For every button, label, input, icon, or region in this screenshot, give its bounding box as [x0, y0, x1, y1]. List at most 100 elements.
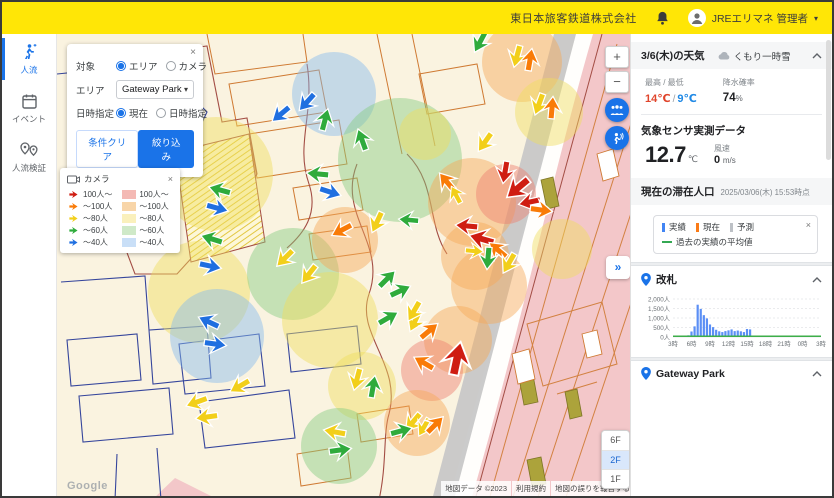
- map-pins-icon: [19, 142, 39, 159]
- gate-title: 改札: [656, 272, 677, 287]
- gateway-park-title: Gateway Park: [656, 368, 725, 380]
- panel-collapse-button[interactable]: »: [606, 256, 630, 279]
- map-data-copyright: 地図データ ©2023: [441, 481, 511, 496]
- sensor-layer-button[interactable]: [605, 126, 629, 150]
- legend-actual-label: 実績: [669, 221, 686, 233]
- precip-value: 74: [723, 92, 736, 104]
- legend-area-item: 100人〜: [122, 189, 168, 199]
- google-logo: Google: [67, 480, 108, 492]
- population-legend-close-icon[interactable]: ×: [806, 220, 811, 230]
- panel-scrollbar[interactable]: [826, 40, 831, 160]
- area-label: エリア: [76, 83, 116, 97]
- legend-current-label: 現在: [703, 221, 720, 233]
- sidebar-item-label: 人流検証: [12, 162, 46, 174]
- svg-text:1,000人: 1,000人: [648, 314, 671, 322]
- area-select[interactable]: Gateway Park▾: [116, 80, 194, 99]
- floor-1f-button[interactable]: 1F: [602, 469, 629, 488]
- legend-forecast-label: 予測: [737, 221, 754, 233]
- gate-population-chart: 2,000人1,500人1,000人500人0人3時6時9時12時15時18時2…: [639, 293, 829, 355]
- gate-section-header[interactable]: 改札: [631, 266, 832, 293]
- info-panel: 3/6(木)の天気 くもり一時雪 最高 / 最低 14℃/9℃ 降水確率 74%…: [630, 34, 832, 496]
- terms-link[interactable]: 利用規約: [512, 481, 550, 496]
- top-bar: 東日本旅客鉄道株式会社 JREエリマネ 管理者 ▾: [2, 2, 832, 34]
- sensor-temperature: 12.7: [645, 142, 686, 167]
- target-label: 対象: [76, 59, 116, 73]
- pedestrian-flow-icon: [20, 43, 38, 61]
- legend-area-item: 〜40人: [122, 237, 168, 247]
- calendar-icon: [21, 93, 38, 110]
- svg-text:21時: 21時: [777, 340, 791, 348]
- gateway-park-section-header[interactable]: Gateway Park: [631, 361, 832, 386]
- sidebar-item-flow-verification[interactable]: 人流検証: [2, 133, 56, 182]
- camera-toggle-label[interactable]: カメラ: [84, 173, 110, 185]
- user-name: JREエリマネ 管理者: [712, 11, 808, 26]
- notifications-bell-icon[interactable]: [655, 10, 670, 26]
- population-section-header: 現在の滞在人口 2025/03/06(木) 15:53時点: [631, 178, 832, 205]
- floor-2f-button[interactable]: 2F: [602, 450, 629, 469]
- population-legend: 実績 現在 予測 過去の実績の平均値 ×: [653, 215, 818, 254]
- svg-text:6時: 6時: [687, 340, 698, 348]
- floor-selector: 6F 2F 1F: [601, 430, 630, 489]
- legend-arrow-item: 〜40人: [67, 237, 112, 247]
- sidebar-item-events[interactable]: イベント: [2, 84, 56, 133]
- clear-conditions-button[interactable]: 条件クリア: [76, 130, 138, 168]
- wind-value: 0: [714, 154, 720, 166]
- wind-unit: m/s: [723, 156, 736, 165]
- legend-close-icon[interactable]: ×: [168, 174, 173, 184]
- radio-datetime-now[interactable]: 現在: [116, 106, 148, 120]
- svg-text:9時: 9時: [705, 340, 716, 348]
- weather-title: 3/6(木)の天気: [641, 48, 705, 63]
- svg-text:3時: 3時: [668, 340, 679, 348]
- people-group-icon: [610, 105, 624, 116]
- select-caret-icon: ▾: [184, 85, 188, 94]
- legend-average-label: 過去の実績の平均値: [676, 236, 753, 248]
- sidebar-item-people-flow[interactable]: 人流: [2, 34, 56, 84]
- user-avatar-icon: [688, 9, 706, 27]
- wind-label: 風速: [714, 143, 736, 154]
- radio-datetime-custom[interactable]: 日時指定: [156, 106, 207, 120]
- left-nav: 人流 イベント 人流検証: [2, 34, 57, 496]
- svg-text:18時: 18時: [759, 340, 773, 348]
- legend-area-item: 〜100人: [122, 201, 168, 211]
- map-zoom-in-button[interactable]: +: [605, 46, 629, 68]
- legend-arrow-item: 〜80人: [67, 213, 112, 223]
- population-title: 現在の滞在人口: [641, 184, 715, 199]
- weather-condition: くもり一時雪: [734, 49, 791, 63]
- map-legend: カメラ × 100人〜〜100人〜80人〜60人〜40人100人〜〜100人〜8…: [60, 168, 180, 253]
- svg-text:2,000人: 2,000人: [648, 295, 671, 303]
- svg-text:15時: 15時: [740, 340, 754, 348]
- sensor-title: 気象センサ実測データ: [631, 115, 832, 140]
- floor-6f-button[interactable]: 6F: [602, 431, 629, 450]
- svg-text:500人: 500人: [653, 324, 671, 332]
- legend-area-item: 〜60人: [122, 225, 168, 235]
- datetime-label: 日時指定: [76, 106, 116, 120]
- legend-arrow-item: 100人〜: [67, 189, 112, 199]
- population-timestamp: 2025/03/06(木) 15:53時点: [721, 187, 810, 198]
- map-canvas[interactable]: × 対象 エリア カメラ エリア Gateway Park▾ 日時指定 現在 日…: [57, 34, 634, 496]
- map-pin-icon: [641, 367, 651, 380]
- user-menu[interactable]: JREエリマネ 管理者 ▾: [688, 9, 818, 27]
- crowd-layer-button[interactable]: [605, 98, 629, 122]
- map-pin-icon: [641, 273, 651, 286]
- hilo-label: 最高 / 最低: [645, 77, 697, 88]
- legend-area-item: 〜80人: [122, 213, 168, 223]
- precip-label: 降水確率: [723, 77, 755, 88]
- svg-text:3時: 3時: [816, 340, 827, 348]
- legend-arrow-item: 〜60人: [67, 225, 112, 235]
- sidebar-item-label: イベント: [12, 113, 46, 125]
- filter-close-icon[interactable]: ×: [190, 47, 196, 58]
- apply-filter-button[interactable]: 絞り込み: [138, 130, 194, 168]
- sidebar-item-label: 人流: [20, 64, 37, 76]
- map-zoom-out-button[interactable]: −: [605, 71, 629, 93]
- precip-unit: %: [736, 94, 743, 103]
- radio-target-area[interactable]: エリア: [116, 59, 158, 73]
- camera-icon[interactable]: [67, 175, 80, 184]
- high-temp: 14℃: [645, 93, 671, 105]
- chevron-up-icon: [812, 371, 822, 377]
- cloud-snow-icon: [718, 51, 731, 60]
- legend-arrow-item: 〜100人: [67, 201, 112, 211]
- svg-text:0時: 0時: [798, 340, 809, 348]
- caret-down-icon: ▾: [814, 14, 818, 23]
- radio-target-camera[interactable]: カメラ: [166, 59, 208, 73]
- weather-section-header[interactable]: 3/6(木)の天気 くもり一時雪: [631, 42, 832, 69]
